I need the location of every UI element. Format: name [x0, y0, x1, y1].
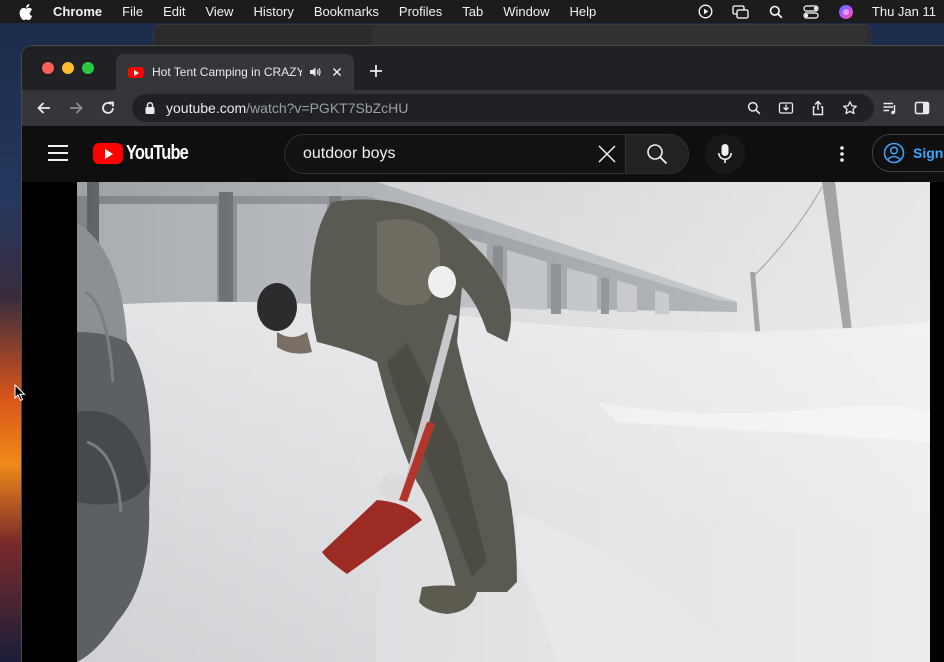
search-input[interactable]: [301, 144, 585, 164]
video-player[interactable]: [22, 182, 944, 662]
tab-strip: Hot Tent Camping in CRAZY: [22, 46, 944, 90]
share-icon[interactable]: [810, 100, 826, 116]
forward-arrow-icon[interactable]: [66, 98, 86, 118]
side-panel-icon[interactable]: [914, 100, 930, 116]
install-app-icon[interactable]: [778, 100, 794, 116]
menu-file[interactable]: File: [122, 4, 143, 19]
reload-icon[interactable]: [98, 98, 118, 118]
menu-window[interactable]: Window: [503, 4, 549, 19]
youtube-page: YouTube Sign in: [22, 126, 944, 662]
menu-bar-clock[interactable]: Thu Jan 11: [872, 4, 936, 19]
back-arrow-icon[interactable]: [34, 98, 54, 118]
youtube-logo-text: YouTube: [126, 141, 189, 164]
media-controls-icon[interactable]: [882, 100, 898, 116]
spotlight-search-icon[interactable]: [767, 5, 785, 19]
url-host: youtube.com: [166, 100, 247, 116]
menu-bookmarks[interactable]: Bookmarks: [314, 4, 379, 19]
chrome-window: Hot Tent Camping in CRAZY youtube.com/wa…: [22, 46, 944, 662]
youtube-favicon-icon: [128, 66, 144, 78]
search-box[interactable]: [284, 134, 625, 174]
window-maximize-button[interactable]: [82, 62, 94, 74]
control-center-icon[interactable]: [802, 4, 820, 19]
menu-view[interactable]: View: [205, 4, 233, 19]
youtube-play-logo-icon: [93, 142, 123, 164]
siri-icon[interactable]: [837, 4, 855, 19]
sign-in-label: Sign in: [913, 145, 944, 161]
bookmark-star-icon[interactable]: [842, 100, 858, 116]
url-text[interactable]: youtube.com/watch?v=PGKT7SbZcHU: [166, 100, 408, 116]
speaker-audio-icon[interactable]: [308, 65, 322, 79]
play-circle-icon[interactable]: [697, 4, 715, 19]
browser-tab-active[interactable]: Hot Tent Camping in CRAZY: [116, 54, 354, 90]
browser-toolbar: youtube.com/watch?v=PGKT7SbZcHU: [22, 90, 944, 126]
hamburger-menu-icon[interactable]: [48, 145, 68, 161]
sign-in-button[interactable]: Sign in: [872, 134, 944, 172]
search-button[interactable]: [625, 134, 689, 174]
clear-search-icon[interactable]: [597, 144, 617, 164]
menu-help[interactable]: Help: [570, 4, 597, 19]
url-path: /watch?v=PGKT7SbZcHU: [246, 100, 409, 116]
menu-app-name[interactable]: Chrome: [53, 4, 102, 19]
mouse-cursor-icon: [14, 384, 26, 402]
microphone-icon: [718, 144, 732, 163]
tab-title: Hot Tent Camping in CRAZY: [152, 65, 302, 79]
window-close-button[interactable]: [42, 62, 54, 74]
screen-mirroring-icon[interactable]: [732, 4, 750, 19]
menu-history[interactable]: History: [253, 4, 293, 19]
apple-icon[interactable]: [19, 3, 33, 20]
site-info-icon[interactable]: [144, 101, 156, 115]
macos-menu-bar: Chrome File Edit View History Bookmarks …: [0, 0, 944, 23]
menu-profiles[interactable]: Profiles: [399, 4, 442, 19]
menu-edit[interactable]: Edit: [163, 4, 185, 19]
menu-tab[interactable]: Tab: [462, 4, 483, 19]
tab-close-icon[interactable]: [330, 65, 344, 79]
youtube-logo[interactable]: YouTube: [93, 142, 202, 164]
video-frame[interactable]: [77, 182, 930, 662]
new-tab-plus-icon[interactable]: [368, 63, 384, 79]
voice-search-button[interactable]: [705, 134, 745, 174]
more-options-icon[interactable]: [832, 144, 852, 164]
account-circle-icon: [883, 142, 905, 164]
window-minimize-button[interactable]: [62, 62, 74, 74]
youtube-header: YouTube Sign in: [22, 126, 944, 182]
search-icon: [647, 144, 668, 165]
zoom-search-icon[interactable]: [746, 100, 762, 116]
address-bar[interactable]: youtube.com/watch?v=PGKT7SbZcHU: [132, 94, 874, 122]
